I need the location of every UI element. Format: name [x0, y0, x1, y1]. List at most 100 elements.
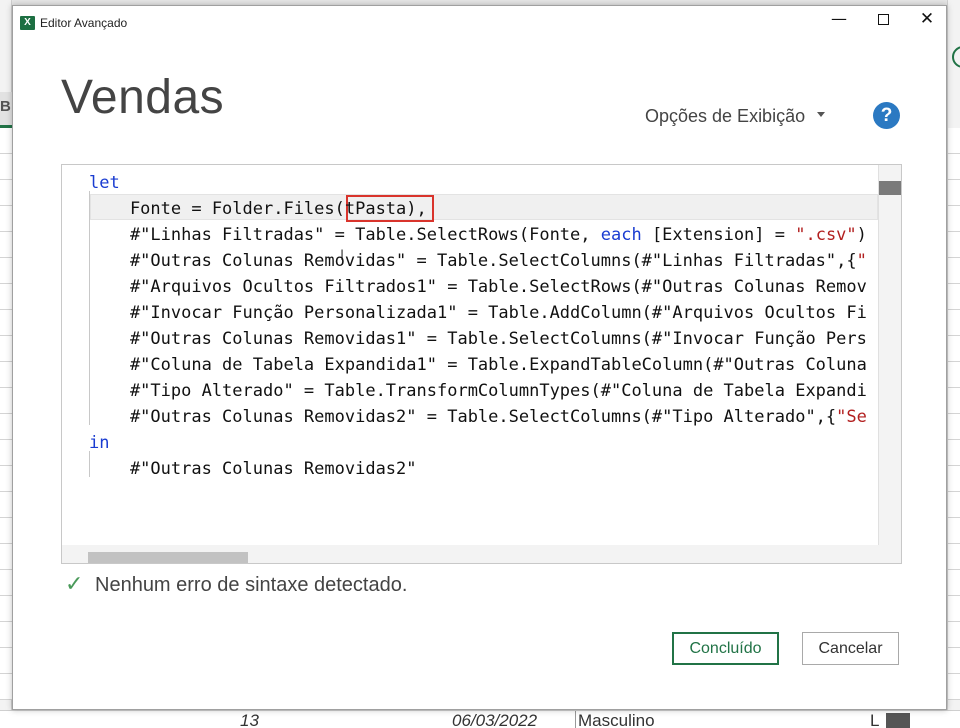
caret-down-icon	[817, 111, 826, 117]
sheet-row[interactable]	[948, 466, 960, 492]
sheet-row[interactable]	[0, 518, 12, 544]
cancel-button[interactable]: Cancelar	[802, 632, 899, 665]
sheet-row[interactable]	[0, 336, 12, 362]
code-text: #"Outras Colunas Removidas2"	[89, 459, 417, 479]
sheet-row[interactable]	[948, 622, 960, 648]
horizontal-scroll-thumb[interactable]	[88, 552, 248, 563]
code-line[interactable]: in	[89, 430, 109, 456]
cell-partial[interactable]: L	[870, 711, 879, 728]
sheet-row[interactable]	[948, 258, 960, 284]
sheet-row[interactable]	[0, 128, 12, 154]
code-line[interactable]: #"Outras Colunas Removidas" = Table.Sele…	[89, 248, 867, 274]
code-string: "	[856, 251, 867, 271]
cell-date[interactable]: 06/03/2022	[452, 711, 537, 728]
code-string: "Se	[836, 407, 867, 427]
code-area[interactable]: I let Fonte = Folder.Files(tPasta), #"Li…	[62, 165, 878, 545]
code-text: Fonte = Folder.Files(tPasta),	[89, 199, 427, 219]
sheet-row[interactable]	[948, 362, 960, 388]
code-line[interactable]: let	[89, 170, 120, 196]
sheet-row[interactable]	[0, 310, 12, 336]
sheet-row[interactable]	[0, 622, 12, 648]
maximize-button[interactable]	[865, 9, 901, 39]
sheet-row[interactable]	[948, 648, 960, 674]
code-text: #"Tipo Alterado" = Table.TransformColumn…	[89, 381, 867, 401]
query-name-heading: Vendas	[61, 71, 225, 124]
sheet-row[interactable]	[948, 518, 960, 544]
sheet-row[interactable]	[0, 362, 12, 388]
sheet-row[interactable]	[948, 440, 960, 466]
vertical-scroll-thumb[interactable]	[879, 181, 901, 195]
sheet-row[interactable]	[0, 414, 12, 440]
code-line[interactable]: #"Coluna de Tabela Expandida1" = Table.E…	[89, 352, 867, 378]
code-text: )	[856, 225, 867, 245]
sheet-row[interactable]	[948, 284, 960, 310]
sheet-row[interactable]	[948, 570, 960, 596]
code-line[interactable]: #"Outras Colunas Removidas2"	[89, 456, 417, 482]
minimize-button[interactable]: —	[821, 9, 857, 39]
help-button[interactable]: ?	[873, 102, 900, 129]
sheet-row[interactable]	[948, 414, 960, 440]
spreadsheet-bottom-row: 13 06/03/2022 Masculino L	[0, 710, 960, 728]
close-button[interactable]: ✕	[909, 9, 945, 39]
code-line[interactable]: #"Linhas Filtradas" = Table.SelectRows(F…	[89, 222, 867, 248]
window-title: Editor Avançado	[40, 16, 128, 30]
code-text: #"Coluna de Tabela Expandida1" = Table.E…	[89, 355, 867, 375]
sheet-row[interactable]	[0, 154, 12, 180]
sheet-row[interactable]	[948, 674, 960, 700]
sheet-row[interactable]	[948, 232, 960, 258]
sheet-row[interactable]	[0, 674, 12, 700]
horizontal-scrollbar[interactable]	[62, 545, 878, 563]
code-line[interactable]: #"Tipo Alterado" = Table.TransformColumn…	[89, 378, 867, 404]
title-bar[interactable]: X Editor Avançado — ✕	[13, 6, 946, 40]
sheet-row[interactable]	[0, 232, 12, 258]
sheet-row[interactable]	[948, 180, 960, 206]
code-line[interactable]: #"Invocar Função Personalizada1" = Table…	[89, 300, 867, 326]
sheet-row[interactable]	[0, 596, 12, 622]
syntax-status: ✓ Nenhum erro de sintaxe detectado.	[65, 572, 407, 597]
cell-gender[interactable]: Masculino	[575, 711, 655, 728]
excel-icon: X	[20, 16, 35, 30]
sheet-row[interactable]	[0, 258, 12, 284]
code-line[interactable]: #"Outras Colunas Removidas1" = Table.Sel…	[89, 326, 867, 352]
sheet-row[interactable]	[0, 180, 12, 206]
advanced-editor-dialog: X Editor Avançado — ✕ Vendas Opções de E…	[12, 5, 947, 710]
sheet-row[interactable]	[0, 440, 12, 466]
sheet-row[interactable]	[948, 492, 960, 518]
cell-row-number[interactable]: 13	[240, 711, 259, 728]
sheet-row[interactable]	[0, 648, 12, 674]
sheet-row[interactable]	[0, 544, 12, 570]
display-options-dropdown[interactable]: Opções de Exibição	[645, 106, 826, 127]
code-string: ".csv"	[795, 225, 857, 245]
code-line[interactable]: #"Outras Colunas Removidas2" = Table.Sel…	[89, 404, 867, 430]
sheet-row[interactable]	[948, 310, 960, 336]
sheet-row[interactable]	[0, 570, 12, 596]
code-text: #"Outras Colunas Removidas2" = Table.Sel…	[89, 407, 837, 427]
code-keyword: let	[89, 173, 120, 193]
vertical-scrollbar[interactable]	[878, 165, 901, 545]
done-button[interactable]: Concluído	[672, 632, 779, 665]
code-text: #"Outras Colunas Removidas1" = Table.Sel…	[89, 329, 867, 349]
sheet-row[interactable]	[948, 596, 960, 622]
sheet-row[interactable]	[948, 336, 960, 362]
code-editor[interactable]: I let Fonte = Folder.Files(tPasta), #"Li…	[61, 164, 902, 564]
sheet-row[interactable]	[948, 388, 960, 414]
sheet-row[interactable]	[0, 284, 12, 310]
filter-dropdown-icon[interactable]	[886, 713, 910, 728]
sheet-row[interactable]	[948, 544, 960, 570]
code-line[interactable]: Fonte = Folder.Files(tPasta),	[89, 196, 427, 222]
code-keyword: each	[600, 225, 642, 245]
sheet-row[interactable]	[948, 206, 960, 232]
code-line[interactable]: #"Arquivos Ocultos Filtrados1" = Table.S…	[89, 274, 867, 300]
sheet-row[interactable]	[948, 154, 960, 180]
spreadsheet-left-edge: B	[0, 0, 12, 728]
column-header-b[interactable]: B	[0, 92, 12, 128]
sheet-row[interactable]	[0, 388, 12, 414]
sheet-row[interactable]	[0, 466, 12, 492]
syntax-status-text: Nenhum erro de sintaxe detectado.	[95, 574, 408, 596]
code-text: #"Arquivos Ocultos Filtrados1" = Table.S…	[89, 277, 867, 297]
sheet-row[interactable]	[948, 128, 960, 154]
code-text: [Extension] =	[641, 225, 796, 245]
sheet-row[interactable]	[0, 492, 12, 518]
sheet-row[interactable]	[0, 206, 12, 232]
scrollbar-corner	[878, 545, 901, 563]
